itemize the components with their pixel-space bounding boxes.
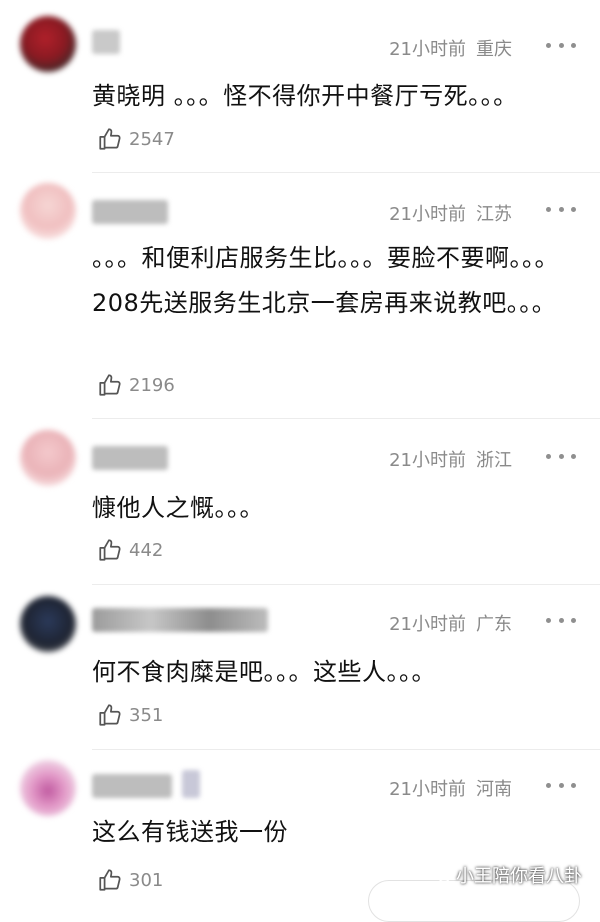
divider: [92, 584, 600, 585]
comment-text: 这么有钱送我一份: [92, 818, 288, 846]
like-button[interactable]: 2196: [97, 372, 175, 398]
divider: [92, 749, 600, 750]
comment-location: 浙江: [476, 450, 512, 471]
avatar[interactable]: [20, 183, 76, 239]
comment-location: 河南: [476, 779, 512, 800]
comment-location: 广东: [476, 614, 512, 635]
comment-time: 21小时前: [389, 39, 466, 60]
avatar[interactable]: [20, 16, 76, 72]
comment-time: 21小时前: [389, 204, 466, 225]
comment-meta: 21小时前 重庆: [389, 35, 512, 61]
username[interactable]: [92, 200, 168, 224]
comment-meta: 21小时前 河南: [389, 775, 512, 801]
like-count: 442: [129, 539, 164, 561]
comment-time: 21小时前: [389, 779, 466, 800]
user-badge: [182, 770, 200, 798]
more-options-icon[interactable]: [546, 40, 576, 50]
username[interactable]: [92, 30, 120, 54]
like-count: 2196: [129, 374, 175, 396]
username[interactable]: [92, 608, 268, 632]
divider: [92, 418, 600, 419]
more-options-icon[interactable]: [546, 451, 576, 461]
like-button[interactable]: 301: [97, 867, 163, 893]
watermark: 小王陪你看八卦: [430, 862, 582, 888]
comment-location: 重庆: [476, 39, 512, 60]
like-button[interactable]: 442: [97, 537, 163, 563]
comment-meta: 21小时前 广东: [389, 610, 512, 636]
avatar[interactable]: [20, 430, 76, 486]
comment-text: 慷他人之慨。。。: [92, 494, 264, 522]
comment-location: 江苏: [476, 204, 512, 225]
thumbs-up-icon: [99, 374, 121, 396]
like-count: 351: [129, 704, 164, 726]
thumbs-up-icon: [99, 128, 121, 150]
comment-time: 21小时前: [389, 614, 466, 635]
like-button[interactable]: 2547: [97, 126, 175, 152]
username[interactable]: [92, 774, 172, 798]
like-count: 301: [129, 869, 164, 891]
divider: [92, 172, 600, 173]
comment-text: 何不食肉糜是吧。。。这些人。。。: [92, 658, 436, 686]
like-button[interactable]: 351: [97, 702, 163, 728]
username[interactable]: [92, 446, 168, 470]
avatar[interactable]: [20, 596, 76, 652]
more-options-icon[interactable]: [546, 615, 576, 625]
thumbs-up-icon: [99, 869, 121, 891]
comment-time: 21小时前: [389, 450, 466, 471]
wechat-icon: [431, 867, 451, 883]
more-options-icon[interactable]: [546, 780, 576, 790]
watermark-label: 小王陪你看八卦: [456, 866, 582, 887]
comment-meta: 21小时前 浙江: [389, 446, 512, 472]
like-count: 2547: [129, 128, 175, 150]
comment-text: 。。。和便利店服务生比。。。要脸不要啊。。。208先送服务生北京一套房再来说教吧…: [92, 244, 559, 317]
more-options-icon[interactable]: [546, 204, 576, 214]
comment-text: 黄晓明 。。。怪不得你开中餐厅亏死。。。: [92, 82, 518, 110]
comment-meta: 21小时前 江苏: [389, 200, 512, 226]
thumbs-up-icon: [99, 539, 121, 561]
thumbs-up-icon: [99, 704, 121, 726]
avatar[interactable]: [20, 760, 76, 816]
